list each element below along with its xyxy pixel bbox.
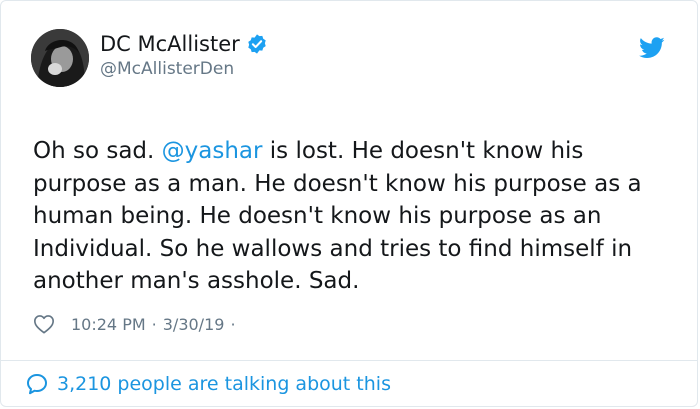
tweet-text: Oh so sad. @yashar is lost. He doesn't k… (33, 135, 673, 298)
talking-link[interactable]: 3,210 people are talking about this (25, 372, 391, 396)
author-handle[interactable]: @McAllisterDen (100, 59, 234, 79)
mention-link[interactable]: @yashar (162, 138, 263, 164)
divider (1, 360, 697, 361)
author-name-text[interactable]: DC McAllister (100, 31, 240, 57)
avatar[interactable] (31, 29, 89, 87)
verified-badge-icon (248, 34, 266, 54)
tweet-text-start: Oh so sad. (33, 138, 162, 164)
heart-icon[interactable] (33, 313, 55, 335)
tweet-meta: 10:24 PM · 3/30/19 · (33, 311, 242, 337)
meta-separator: · (151, 314, 157, 334)
meta-trailing-separator: · (230, 314, 236, 334)
twitter-bird-icon[interactable] (639, 37, 665, 59)
tweet-card: DC McAllister @McAllisterDen Oh so sad. … (0, 0, 698, 407)
talking-label[interactable]: 3,210 people are talking about this (57, 373, 391, 395)
tweet-date[interactable]: 3/30/19 (163, 315, 225, 334)
avatar-image (31, 29, 89, 87)
speech-bubble-icon (27, 374, 47, 395)
author-name[interactable]: DC McAllister (100, 31, 268, 57)
tweet-time[interactable]: 10:24 PM (71, 315, 146, 334)
